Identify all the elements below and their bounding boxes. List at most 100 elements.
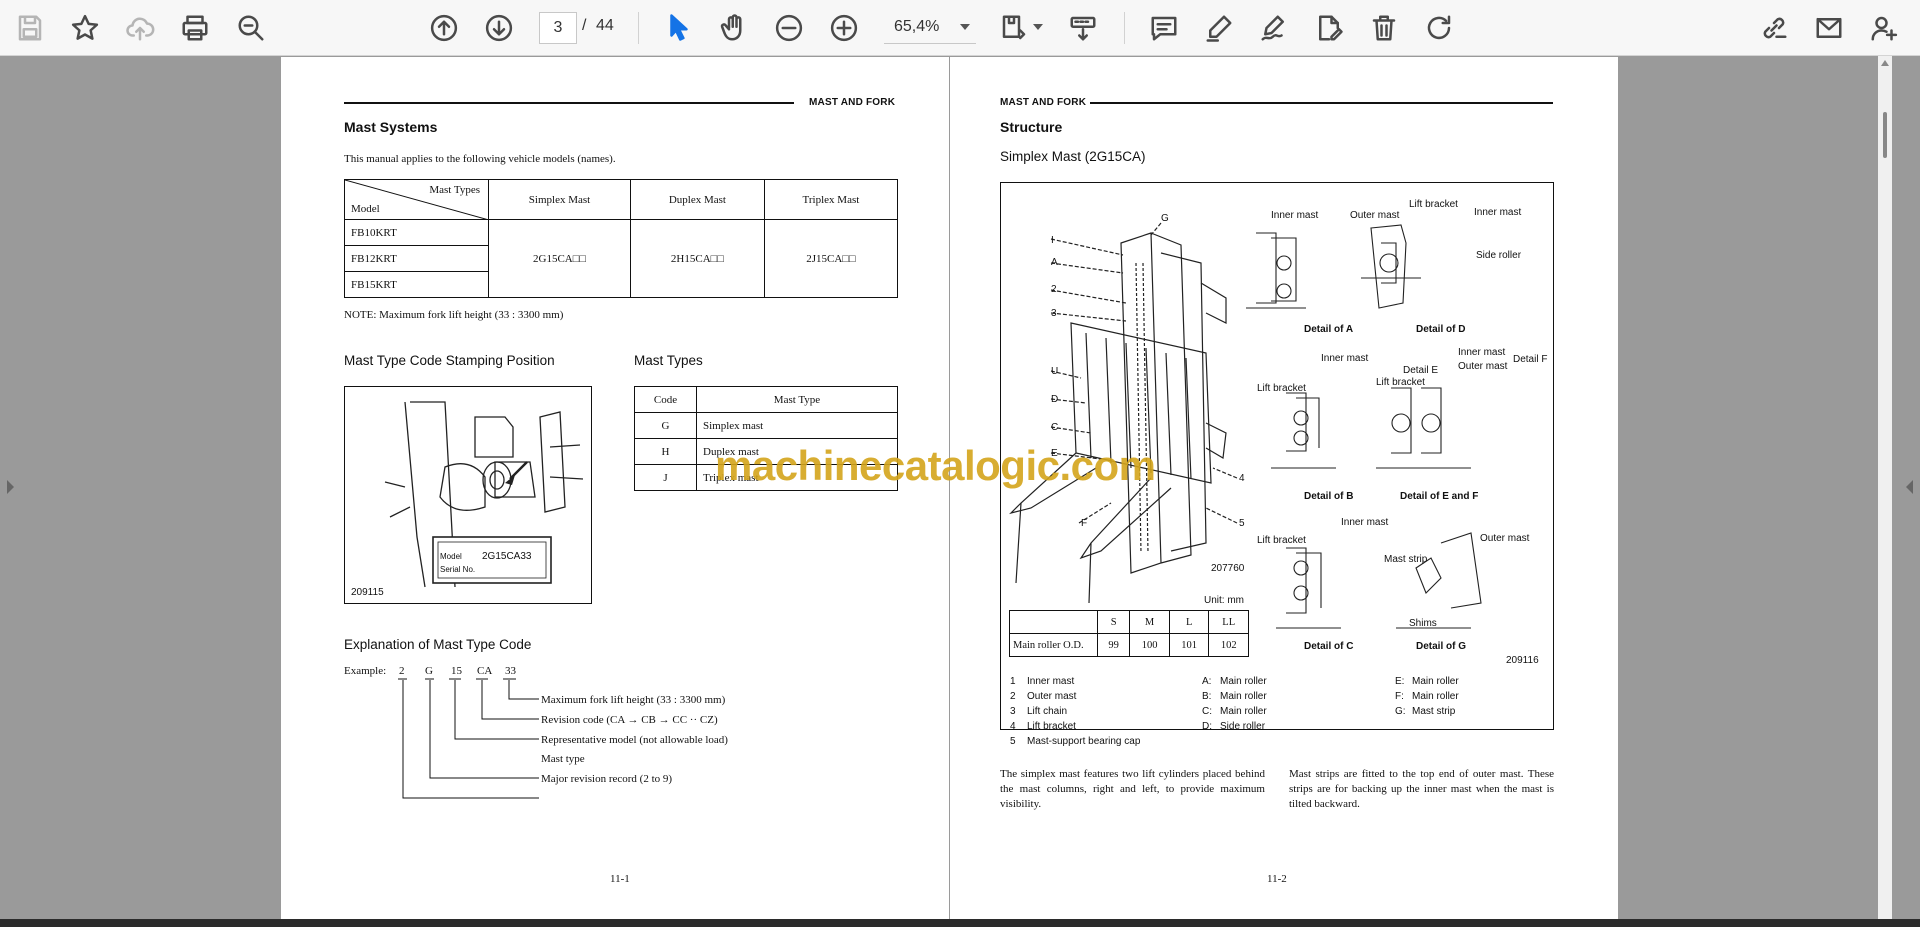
detail-label: Inner mast bbox=[1458, 347, 1506, 358]
vertical-scrollbar[interactable] bbox=[1878, 56, 1892, 919]
legend-letter: B: bbox=[1202, 691, 1212, 702]
detail-caption: Detail of A bbox=[1304, 324, 1354, 335]
detail-caption: Detail of G bbox=[1416, 641, 1467, 652]
callout-label: G bbox=[1161, 213, 1169, 224]
detail-caption: Detail of C bbox=[1304, 641, 1354, 652]
plate-serial-label: Serial No. bbox=[440, 565, 476, 574]
page-separator: / bbox=[582, 17, 587, 34]
zoom-value: 65,4% bbox=[894, 18, 940, 35]
column-header: Duplex Mast bbox=[630, 179, 765, 220]
zoom-out-icon[interactable] bbox=[771, 10, 807, 46]
scroll-up-icon[interactable] bbox=[1881, 60, 1889, 66]
legend-text: Main roller bbox=[1220, 706, 1267, 717]
column-header: S bbox=[1096, 610, 1131, 634]
page-number: 11-2 bbox=[1267, 873, 1287, 885]
section-title: Mast Systems bbox=[344, 119, 438, 135]
sign-icon[interactable] bbox=[1256, 10, 1292, 46]
print-icon[interactable] bbox=[177, 10, 213, 46]
table-cell bbox=[1009, 610, 1098, 634]
column-header: LL bbox=[1208, 610, 1249, 634]
example-label: Example: bbox=[344, 665, 387, 677]
detail-label: Inner mast bbox=[1474, 207, 1522, 218]
add-user-icon[interactable] bbox=[1866, 10, 1902, 46]
legend-text: Main roller bbox=[1412, 691, 1459, 702]
figure-number: 207760 bbox=[1211, 563, 1245, 574]
table-corner-cell: Mast Types Model bbox=[344, 179, 489, 220]
column-header: M bbox=[1129, 610, 1170, 634]
chevron-down-icon[interactable] bbox=[1033, 24, 1043, 30]
star-icon[interactable] bbox=[67, 10, 103, 46]
scrollbar-thumb[interactable] bbox=[1883, 112, 1887, 158]
legend-letter: A: bbox=[1202, 676, 1212, 687]
left-panel-toggle-icon[interactable] bbox=[7, 480, 14, 494]
highlight-icon[interactable] bbox=[1201, 10, 1237, 46]
stamping-title: Mast Type Code Stamping Position bbox=[344, 353, 555, 368]
page-number-input[interactable] bbox=[539, 12, 577, 44]
page-fit-icon[interactable] bbox=[996, 10, 1032, 46]
detail-label: Lift bracket bbox=[1257, 383, 1306, 394]
detail-label: Lift bracket bbox=[1409, 199, 1458, 210]
table-cell: 100 bbox=[1129, 633, 1170, 657]
hand-icon[interactable] bbox=[716, 10, 752, 46]
plate-code: 2G15CA33 bbox=[482, 551, 532, 562]
zoom-select[interactable]: 65,4% bbox=[884, 12, 976, 44]
detail-label: Mast strip bbox=[1384, 554, 1428, 565]
callout-label: F bbox=[1081, 518, 1088, 529]
delete-icon[interactable] bbox=[1366, 10, 1402, 46]
mast-types-title: Mast Types bbox=[634, 353, 703, 368]
legend-text: Main roller bbox=[1412, 676, 1459, 687]
legend-number: 3 bbox=[1010, 706, 1016, 717]
detail-label: Inner mast bbox=[1321, 353, 1369, 364]
toolbar-divider bbox=[1124, 12, 1125, 44]
explanation-line: Mast type bbox=[541, 753, 585, 765]
column-header: L bbox=[1168, 610, 1210, 634]
note-text: NOTE: Maximum fork lift height (33 : 330… bbox=[344, 309, 564, 321]
stamping-figure: Model 2G15CA33 Serial No. 209115 bbox=[344, 386, 592, 604]
edit-pdf-icon[interactable] bbox=[1311, 10, 1347, 46]
table-cell: 99 bbox=[1096, 633, 1131, 657]
legend-text: Main roller bbox=[1220, 691, 1267, 702]
type-cell: Simplex mast bbox=[696, 412, 898, 439]
rotate-icon[interactable] bbox=[1421, 10, 1457, 46]
legend-text: Side roller bbox=[1220, 721, 1266, 732]
toolbar: / 44 65,4% bbox=[0, 0, 1920, 56]
section-subtitle: Simplex Mast (2G15CA) bbox=[1000, 149, 1146, 164]
figure-number: 209115 bbox=[351, 587, 384, 598]
code-cell: J bbox=[634, 464, 697, 491]
code-cell: 2J15CA□□ bbox=[763, 219, 899, 298]
detail-label: Shims bbox=[1409, 618, 1437, 629]
save-icon[interactable] bbox=[12, 10, 48, 46]
page-up-icon[interactable] bbox=[426, 10, 462, 46]
callout-label: U bbox=[1051, 366, 1059, 377]
chevron-down-icon bbox=[960, 24, 970, 30]
callout-label: 5 bbox=[1239, 518, 1245, 529]
cloud-upload-icon[interactable] bbox=[122, 10, 158, 46]
scroll-mode-icon[interactable] bbox=[1065, 10, 1101, 46]
column-header: Triplex Mast bbox=[763, 179, 899, 220]
callout-label: D bbox=[1051, 394, 1059, 405]
detail-label: Outer mast bbox=[1350, 210, 1400, 221]
legend-number: 4 bbox=[1010, 721, 1016, 732]
code-cell: G bbox=[634, 412, 697, 439]
share-link-icon[interactable] bbox=[1756, 10, 1792, 46]
code-cell: 2G15CA□□ bbox=[487, 219, 632, 298]
explanation-line: Maximum fork lift height (33 : 3300 mm) bbox=[541, 694, 726, 706]
comment-icon[interactable] bbox=[1146, 10, 1182, 46]
explanation-line: Revision code (CA → CB → CC ·· CZ) bbox=[541, 714, 718, 726]
detail-caption: Detail of D bbox=[1416, 324, 1466, 335]
callout-label: 4 bbox=[1239, 473, 1245, 484]
page-total: 44 bbox=[596, 17, 614, 34]
select-cursor-icon[interactable] bbox=[661, 10, 697, 46]
zoom-search-icon[interactable] bbox=[233, 10, 269, 46]
legend-letter: D: bbox=[1202, 721, 1212, 732]
model-cell: FB15KRT bbox=[344, 271, 489, 298]
page-down-icon[interactable] bbox=[481, 10, 517, 46]
model-cell: FB10KRT bbox=[344, 219, 489, 246]
callout-label: 2 bbox=[1051, 284, 1057, 295]
description-paragraph: Mast strips are fitted to the top end of… bbox=[1289, 768, 1554, 810]
right-panel-toggle-icon[interactable] bbox=[1906, 480, 1913, 494]
detail-label: Inner mast bbox=[1271, 210, 1319, 221]
zoom-in-icon[interactable] bbox=[826, 10, 862, 46]
email-icon[interactable] bbox=[1811, 10, 1847, 46]
callout-label: A bbox=[1051, 257, 1058, 268]
